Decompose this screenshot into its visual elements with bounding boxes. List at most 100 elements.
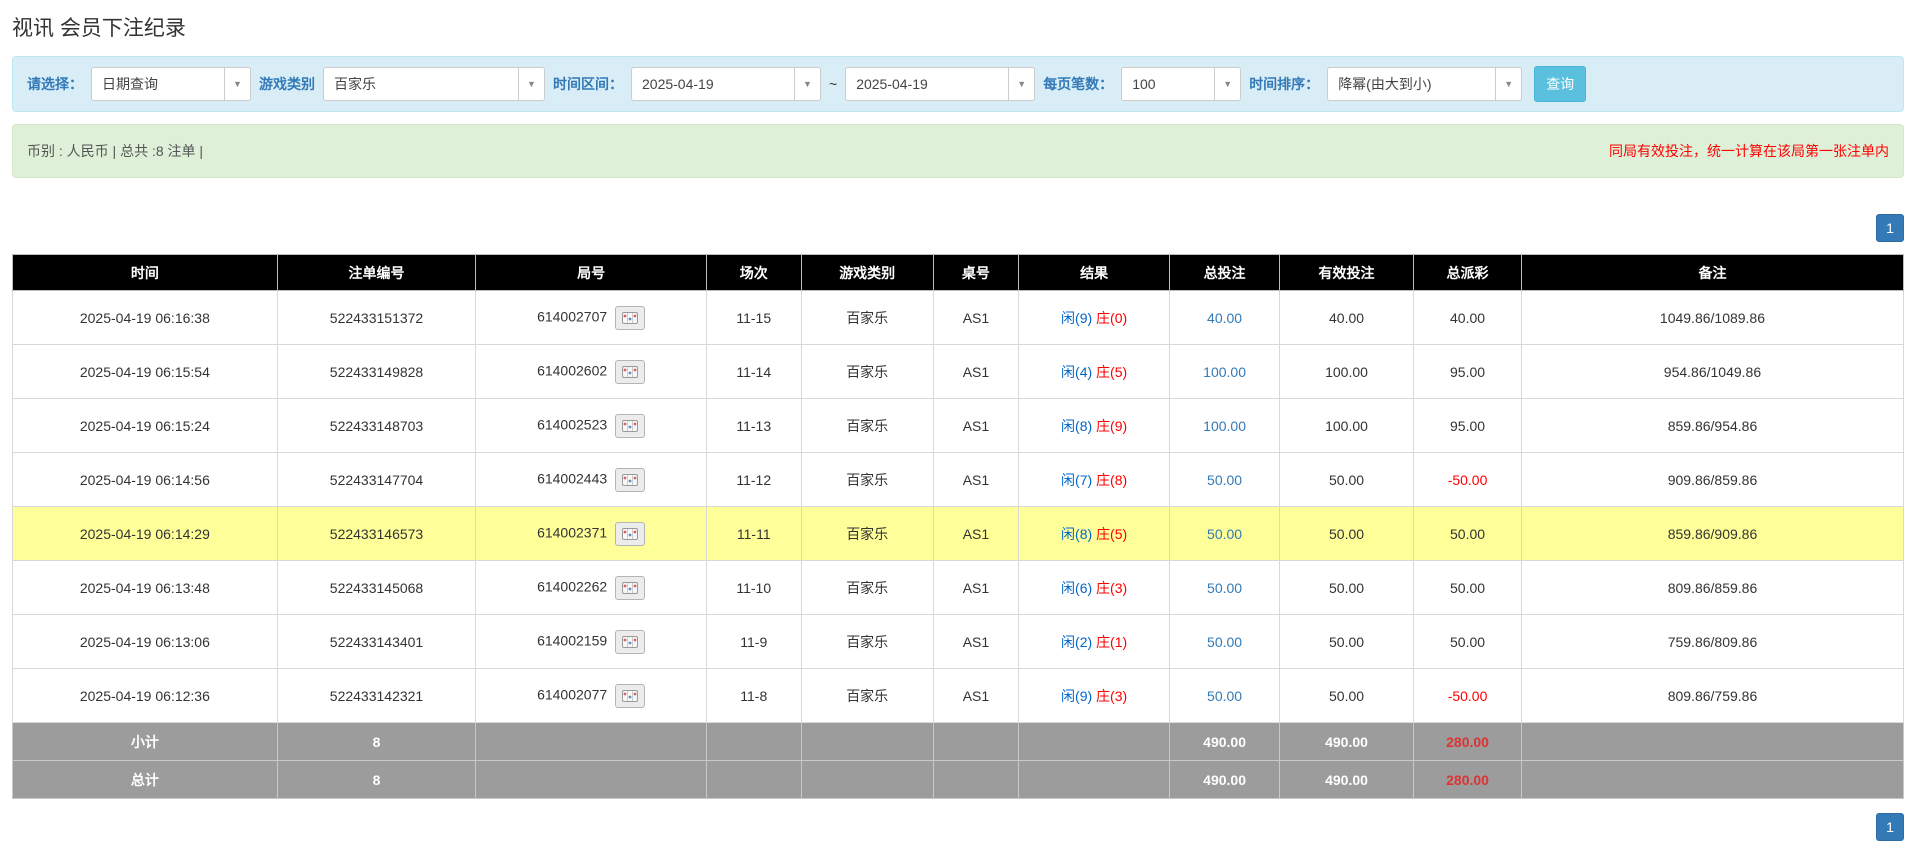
game-category-select[interactable]: 百家乐 ▼ xyxy=(323,67,545,101)
roadmap-icon xyxy=(622,366,638,378)
table-number-cell: AS1 xyxy=(933,615,1018,669)
time-cell: 2025-04-19 06:12:36 xyxy=(13,669,278,723)
summary-value-cell xyxy=(933,723,1018,761)
total-bet-cell: 50.00 xyxy=(1170,615,1280,669)
total-bet-link[interactable]: 50.00 xyxy=(1207,634,1242,650)
total-bet-link[interactable]: 50.00 xyxy=(1207,526,1242,542)
payout-cell: 95.00 xyxy=(1414,399,1522,453)
total-bet-link[interactable]: 50.00 xyxy=(1207,472,1242,488)
total-bet-cell: 100.00 xyxy=(1170,399,1280,453)
total-bet-link[interactable]: 100.00 xyxy=(1203,418,1246,434)
result-cell: 闲(9) 庄(3) xyxy=(1018,669,1169,723)
table-row: 2025-04-19 06:14:29522433146573614002371… xyxy=(13,507,1904,561)
currency-summary-text: 币别 : 人民币 | 总共 :8 注单 | xyxy=(27,141,203,161)
bet-id-cell: 522433149828 xyxy=(277,345,476,399)
sort-order-select[interactable]: 降幂(由大到小) ▼ xyxy=(1327,67,1522,101)
pagination-top: 1 xyxy=(12,214,1904,242)
valid-bet-cell: 50.00 xyxy=(1279,669,1413,723)
roadmap-button[interactable] xyxy=(615,468,645,492)
page-size-select[interactable]: 100 ▼ xyxy=(1121,67,1241,101)
banker-result: 庄(0) xyxy=(1096,310,1127,326)
query-type-value: 日期查询 xyxy=(102,74,158,94)
session-cell: 11-12 xyxy=(706,453,801,507)
search-button[interactable]: 查询 xyxy=(1534,66,1586,102)
table-row: 2025-04-19 06:13:48522433145068614002262… xyxy=(13,561,1904,615)
banker-result: 庄(5) xyxy=(1096,526,1127,542)
summary-value-cell: 490.00 xyxy=(1170,723,1280,761)
caret-down-icon: ▼ xyxy=(1008,68,1034,100)
roadmap-button[interactable] xyxy=(615,576,645,600)
player-result: 闲(4) xyxy=(1061,364,1092,380)
valid-bet-cell: 100.00 xyxy=(1279,399,1413,453)
date-to-select[interactable]: 2025-04-19 ▼ xyxy=(845,67,1035,101)
player-result: 闲(8) xyxy=(1061,418,1092,434)
total-bet-link[interactable]: 50.00 xyxy=(1207,580,1242,596)
result-cell: 闲(8) 庄(5) xyxy=(1018,507,1169,561)
summary-value-cell xyxy=(476,723,707,761)
valid-bet-cell: 40.00 xyxy=(1279,291,1413,345)
remark-cell: 859.86/954.86 xyxy=(1521,399,1903,453)
roadmap-button[interactable] xyxy=(615,414,645,438)
time-cell: 2025-04-19 06:15:24 xyxy=(13,399,278,453)
game-category-cell: 百家乐 xyxy=(801,345,933,399)
table-number-cell: AS1 xyxy=(933,561,1018,615)
roadmap-button[interactable] xyxy=(615,360,645,384)
total-bet-cell: 50.00 xyxy=(1170,561,1280,615)
game-category-cell: 百家乐 xyxy=(801,561,933,615)
table-row: 2025-04-19 06:13:06522433143401614002159… xyxy=(13,615,1904,669)
remark-cell: 809.86/859.86 xyxy=(1521,561,1903,615)
query-type-select[interactable]: 日期查询 ▼ xyxy=(91,67,251,101)
payout-cell: 40.00 xyxy=(1414,291,1522,345)
column-header: 场次 xyxy=(706,255,801,291)
total-bet-link[interactable]: 50.00 xyxy=(1207,688,1242,704)
summary-value-cell: 490.00 xyxy=(1279,723,1413,761)
filter-bar: 请选择： 日期查询 ▼ 游戏类别 百家乐 ▼ 时间区间： 2025-04-19 … xyxy=(12,56,1904,112)
bet-id-cell: 522433143401 xyxy=(277,615,476,669)
time-range-label: 时间区间： xyxy=(553,74,623,94)
total-bet-link[interactable]: 40.00 xyxy=(1207,310,1242,326)
table-number-cell: AS1 xyxy=(933,507,1018,561)
round-number: 614002371 xyxy=(537,524,607,540)
total-bet-link[interactable]: 100.00 xyxy=(1203,364,1246,380)
summary-value-cell xyxy=(706,723,801,761)
session-cell: 11-9 xyxy=(706,615,801,669)
table-number-cell: AS1 xyxy=(933,453,1018,507)
session-cell: 11-15 xyxy=(706,291,801,345)
summary-value-cell xyxy=(801,761,933,799)
total-bet-cell: 50.00 xyxy=(1170,669,1280,723)
total-bet-cell: 100.00 xyxy=(1170,345,1280,399)
roadmap-button[interactable] xyxy=(615,630,645,654)
payout-cell: -50.00 xyxy=(1414,669,1522,723)
roadmap-icon xyxy=(622,636,638,648)
time-cell: 2025-04-19 06:13:06 xyxy=(13,615,278,669)
time-cell: 2025-04-19 06:15:54 xyxy=(13,345,278,399)
roadmap-icon xyxy=(622,528,638,540)
page: 视讯 会员下注纪录 请选择： 日期查询 ▼ 游戏类别 百家乐 ▼ 时间区间： 2… xyxy=(0,0,1916,841)
game-category-value: 百家乐 xyxy=(334,74,376,94)
result-cell: 闲(2) 庄(1) xyxy=(1018,615,1169,669)
roadmap-button[interactable] xyxy=(615,522,645,546)
page-1-button[interactable]: 1 xyxy=(1876,214,1904,242)
date-from-select[interactable]: 2025-04-19 ▼ xyxy=(631,67,821,101)
total-bet-cell: 50.00 xyxy=(1170,453,1280,507)
page-title: 视讯 会员下注纪录 xyxy=(12,12,1904,42)
roadmap-icon xyxy=(622,474,638,486)
result-cell: 闲(4) 庄(5) xyxy=(1018,345,1169,399)
summary-value-cell xyxy=(706,761,801,799)
page-1-button[interactable]: 1 xyxy=(1876,813,1904,841)
session-cell: 11-10 xyxy=(706,561,801,615)
game-category-cell: 百家乐 xyxy=(801,291,933,345)
roadmap-button[interactable] xyxy=(615,306,645,330)
round-cell: 614002077 xyxy=(476,669,707,723)
banker-result: 庄(5) xyxy=(1096,364,1127,380)
caret-down-icon: ▼ xyxy=(1495,68,1521,100)
round-number: 614002707 xyxy=(537,308,607,324)
remark-cell: 859.86/909.86 xyxy=(1521,507,1903,561)
query-type-label: 请选择： xyxy=(27,74,83,94)
bet-id-cell: 522433142321 xyxy=(277,669,476,723)
player-result: 闲(9) xyxy=(1061,688,1092,704)
caret-down-icon: ▼ xyxy=(518,68,544,100)
page-size-label: 每页笔数： xyxy=(1043,74,1113,94)
roadmap-button[interactable] xyxy=(615,684,645,708)
caret-down-icon: ▼ xyxy=(1214,68,1240,100)
